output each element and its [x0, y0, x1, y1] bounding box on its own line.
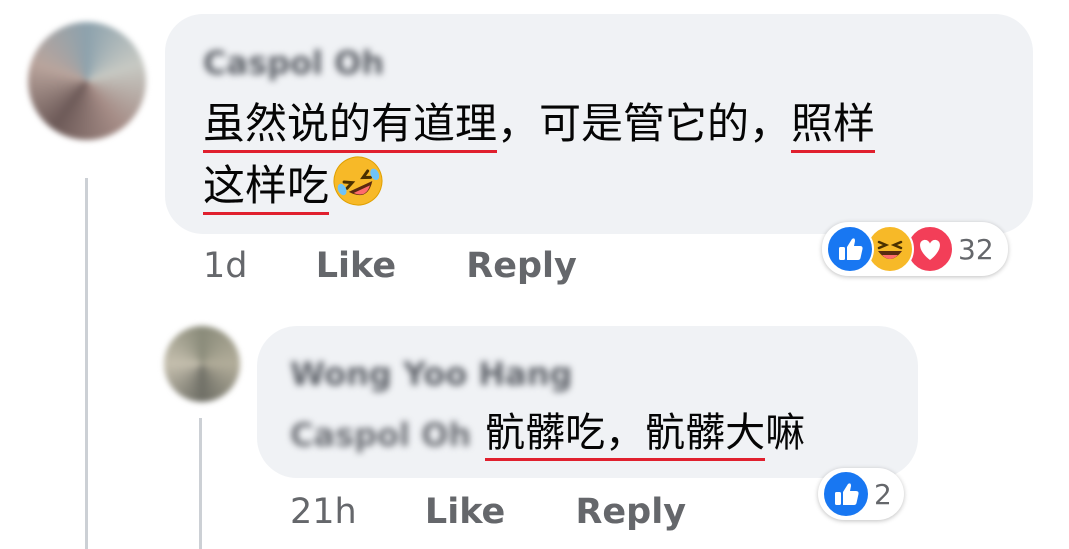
like-reaction-icon — [822, 470, 870, 518]
reply-timestamp[interactable]: 21h — [290, 489, 357, 535]
reply-author-name[interactable]: Wong Yoo Hang — [290, 355, 572, 393]
comment-timestamp[interactable]: 1d — [203, 243, 248, 289]
like-button[interactable]: Like — [425, 489, 505, 535]
like-reaction-icon — [826, 225, 874, 273]
reply-actions: 21h Like Reply — [290, 489, 686, 535]
reaction-summary[interactable]: 32 — [822, 222, 1008, 276]
reply-text-end: 嘛 — [765, 410, 806, 456]
reply-button[interactable]: Reply — [575, 489, 686, 535]
underlined-phrase: 这样吃 — [203, 160, 330, 215]
underlined-phrase: 照样 — [791, 99, 876, 153]
comment-actions: 1d Like Reply — [203, 243, 577, 289]
comment-text-line-1: 虽然说的有道理，可是管它的，照样 — [203, 96, 876, 153]
thread-line-main — [85, 178, 88, 549]
underlined-phrase: 骯髒吃，骯髒大 — [485, 410, 766, 461]
comment-text-line-2: 这样吃 — [203, 154, 385, 222]
comment-text: ，可是管它的， — [497, 99, 792, 148]
mention-tag[interactable]: Caspol Oh — [290, 408, 471, 462]
avatar[interactable] — [164, 326, 240, 402]
reply-button[interactable]: Reply — [466, 243, 577, 289]
comment-author-name[interactable]: Caspol Oh — [203, 44, 384, 82]
reaction-summary[interactable]: 2 — [818, 468, 904, 520]
reaction-count: 2 — [874, 477, 892, 511]
reply-text: Caspol Oh 骯髒吃，骯髒大嘛 — [290, 406, 805, 462]
like-button[interactable]: Like — [316, 243, 396, 289]
thread-line-reply — [199, 418, 202, 549]
laughing-emoji-icon — [331, 154, 385, 222]
avatar[interactable] — [28, 22, 146, 140]
reaction-count: 32 — [958, 232, 994, 266]
underlined-phrase: 虽然说的有道理 — [203, 99, 498, 153]
